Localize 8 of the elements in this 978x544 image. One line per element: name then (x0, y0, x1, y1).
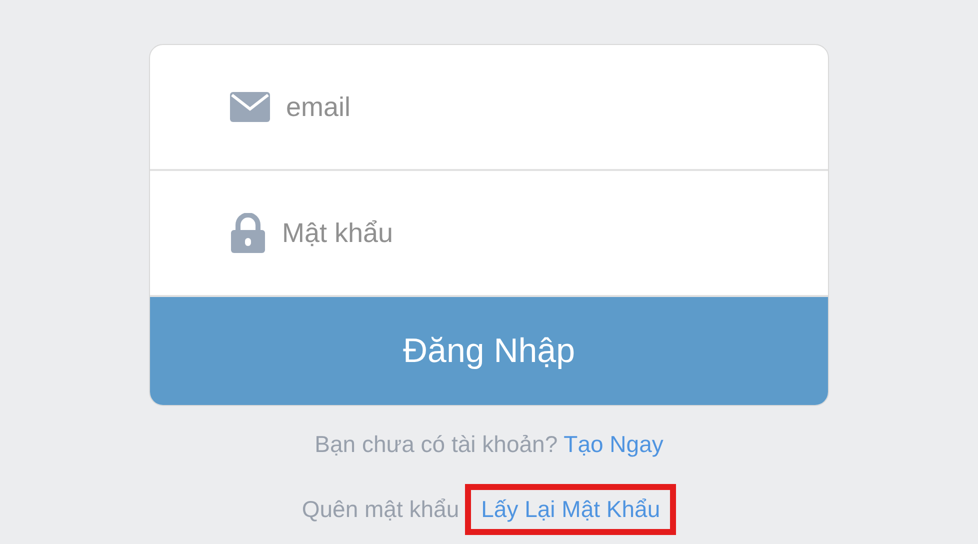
lock-icon (230, 213, 266, 253)
email-field[interactable]: email (284, 90, 768, 124)
footer-text: Bạn chưa có tài khoản? (314, 431, 558, 458)
login-button[interactable]: Đăng Nhập (150, 297, 828, 405)
highlighted-link[interactable]: Lấy Lại Mật Khẩu (465, 484, 676, 535)
envelope-icon (230, 92, 270, 122)
footer-text: Quên mật khẩu (302, 496, 460, 523)
password-field[interactable]: Mật khẩu (280, 216, 764, 250)
